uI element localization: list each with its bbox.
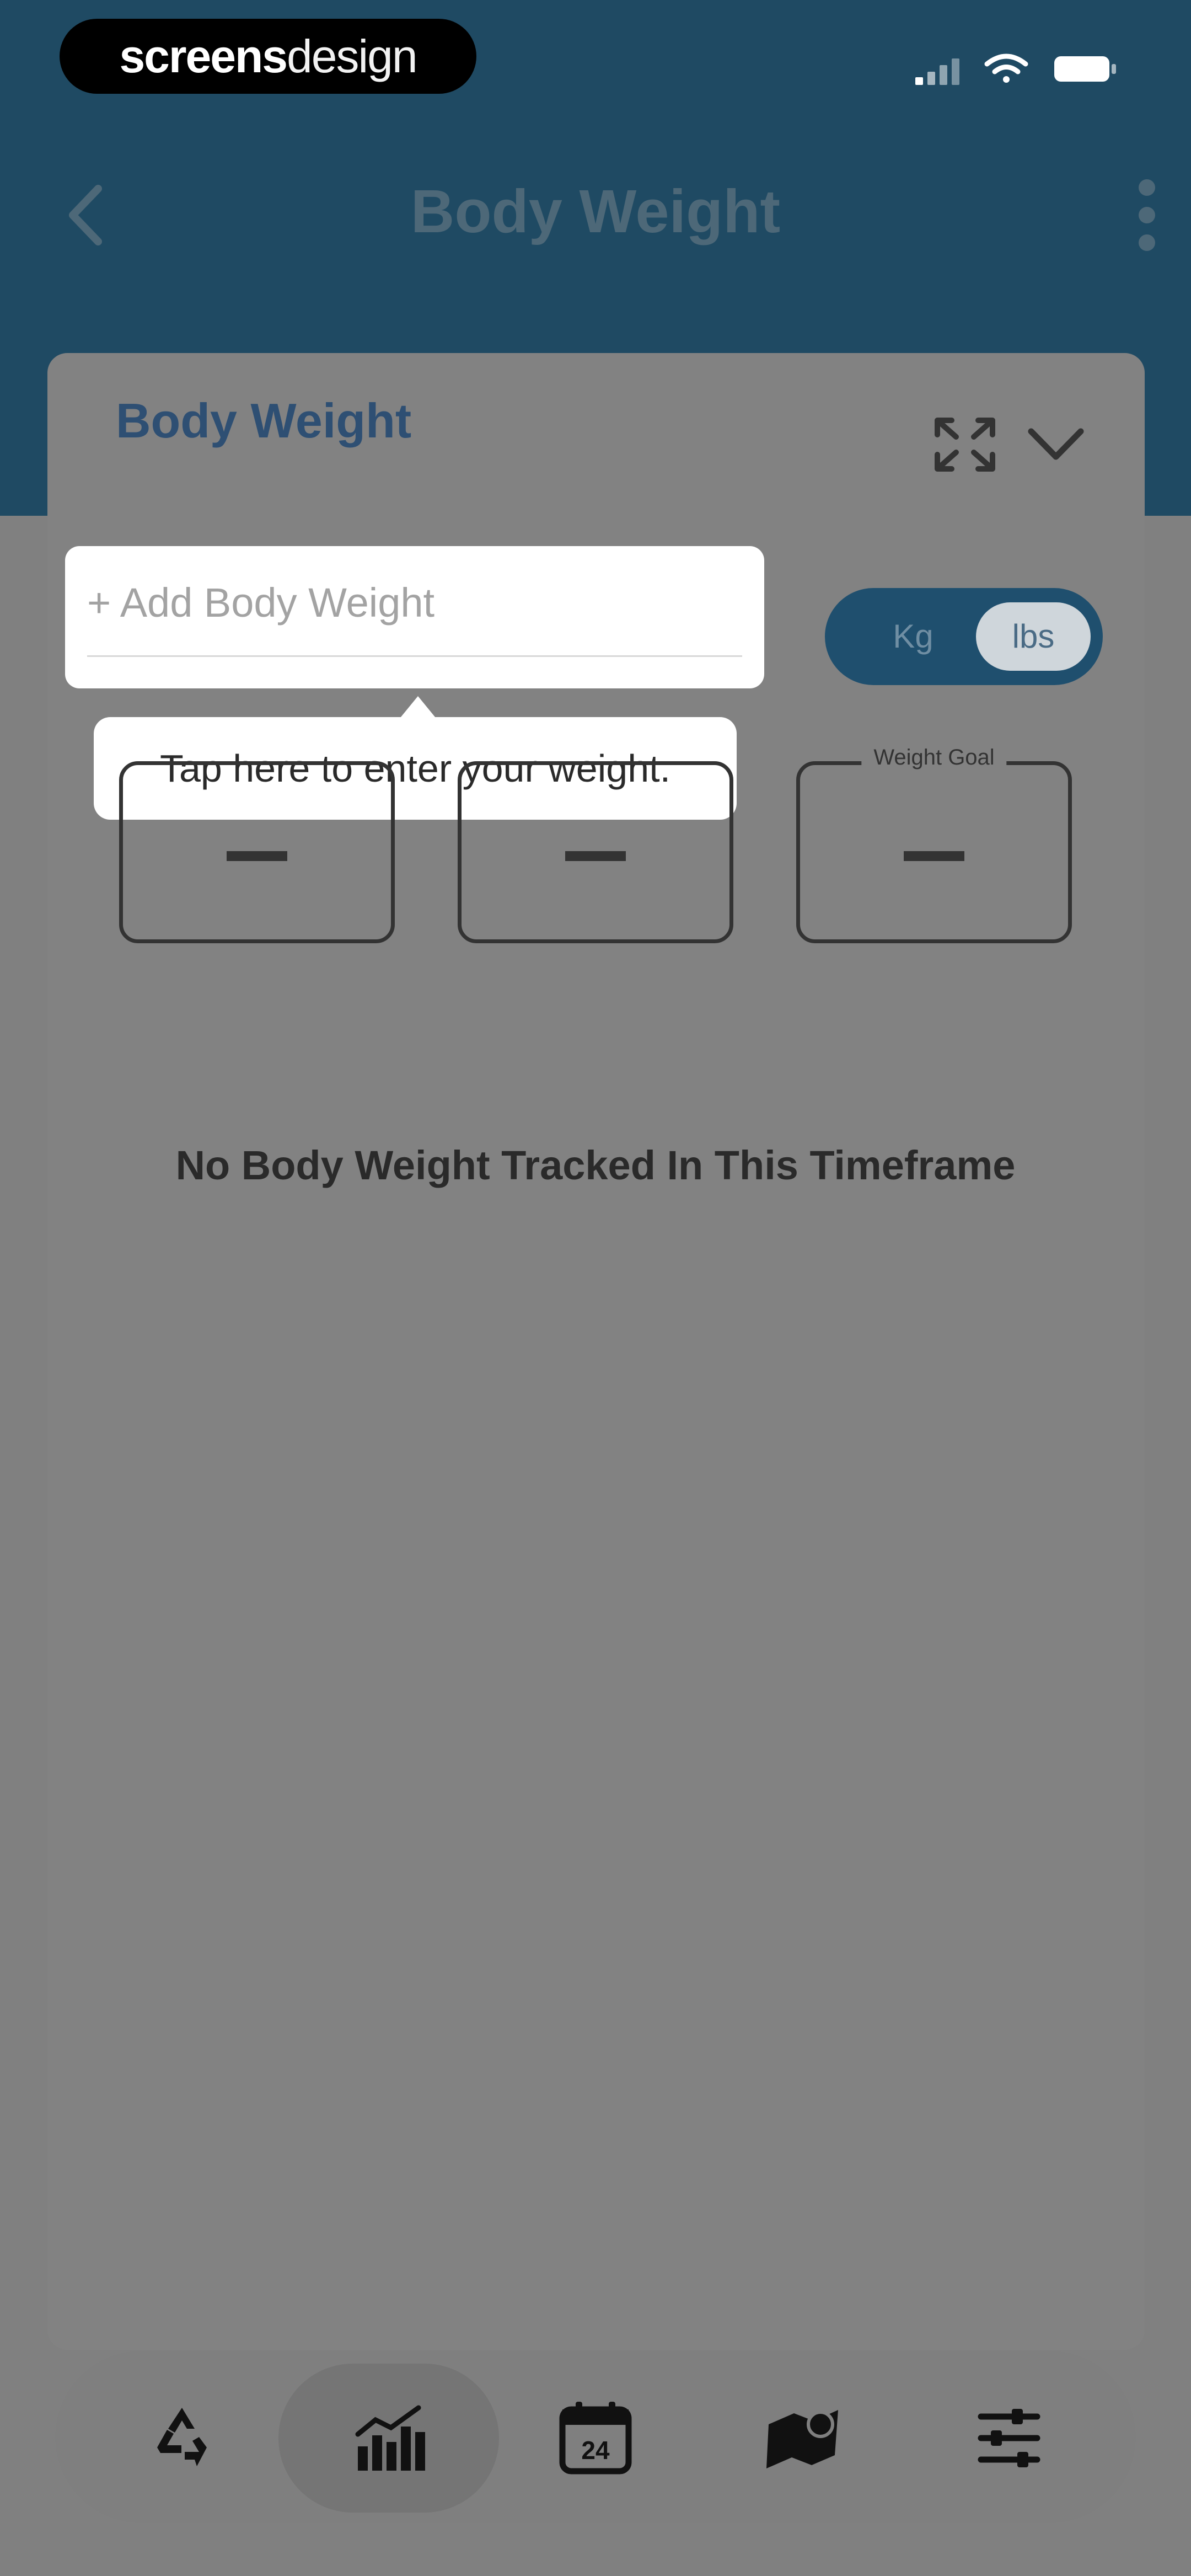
unit-option-kg[interactable]: Kg bbox=[858, 588, 968, 685]
brand-part-1: screens bbox=[119, 30, 288, 82]
unit-toggle[interactable]: Kg lbs bbox=[825, 588, 1103, 685]
calendar-day-text: 24 bbox=[581, 2436, 610, 2465]
expand-icon bbox=[935, 418, 995, 472]
tab-calendar[interactable]: 24 bbox=[485, 2364, 706, 2513]
chevron-down-icon bbox=[1028, 428, 1084, 460]
tab-settings[interactable] bbox=[899, 2364, 1119, 2513]
stat-empty-dash bbox=[565, 851, 626, 861]
unit-option-lbs[interactable]: lbs bbox=[976, 602, 1091, 671]
add-body-weight-placeholder: + Add Body Weight bbox=[87, 580, 435, 626]
wifi-icon bbox=[984, 54, 1028, 83]
brand-logo: screensdesign bbox=[60, 19, 476, 94]
empty-state-message: No Body Weight Tracked In This Timeframe bbox=[175, 1142, 1016, 1188]
stat-empty-dash bbox=[227, 851, 287, 861]
tab-progress[interactable] bbox=[278, 2364, 499, 2513]
collapse-button[interactable] bbox=[1026, 425, 1086, 463]
add-body-weight-input[interactable]: + Add Body Weight bbox=[65, 546, 764, 688]
status-bar-icons bbox=[904, 49, 1125, 87]
more-options-button[interactable] bbox=[1125, 177, 1169, 254]
stat-box-weight-goal[interactable]: Weight Goal bbox=[796, 745, 1072, 943]
stat-label-weight-goal: Weight Goal bbox=[861, 745, 1007, 770]
stat-empty-dash bbox=[904, 851, 964, 861]
stat-box-2 bbox=[458, 761, 733, 943]
card-title: Body Weight bbox=[116, 393, 412, 448]
page-title: Body Weight bbox=[410, 178, 781, 245]
expand-button[interactable] bbox=[932, 415, 998, 474]
bar-chart-icon bbox=[355, 2405, 425, 2471]
calendar-icon: 24 bbox=[559, 2402, 632, 2475]
battery-icon bbox=[1054, 56, 1116, 82]
sliders-icon bbox=[978, 2409, 1040, 2467]
tab-map[interactable] bbox=[692, 2364, 913, 2513]
brand-part-2: design bbox=[287, 30, 418, 82]
recycle-icon bbox=[157, 2408, 207, 2466]
map-icon bbox=[766, 2410, 838, 2468]
more-vertical-icon bbox=[1139, 179, 1155, 251]
signal-icon bbox=[915, 58, 959, 85]
tab-workouts[interactable] bbox=[72, 2364, 292, 2513]
stat-box-1 bbox=[119, 761, 395, 943]
input-underline bbox=[87, 655, 742, 657]
